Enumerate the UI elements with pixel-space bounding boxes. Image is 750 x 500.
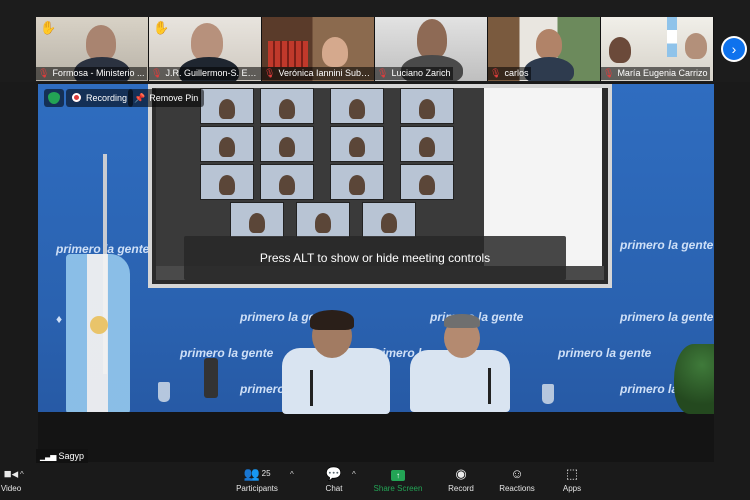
participant-tile[interactable]: 🎙 carlos — [488, 17, 601, 81]
argentine-flag — [66, 254, 130, 414]
pin-icon: 📌 — [134, 93, 146, 103]
thermos — [204, 358, 218, 398]
participant-tile[interactable]: 🎙 Luciano Zarich — [375, 17, 488, 81]
remove-pin-button[interactable]: 📌 Remove Pin — [128, 89, 205, 107]
participant-name: Luciano Zarich — [391, 68, 451, 78]
chat-button[interactable]: 💬 Chat — [318, 464, 350, 500]
video-camera-icon: ■◂ — [3, 466, 19, 481]
meeting-controls-hint: Press ALT to show or hide meeting contro… — [184, 236, 566, 280]
share-screen-icon: ↑ — [391, 470, 405, 481]
raised-hand-icon: ✋ — [153, 20, 170, 35]
mic-muted-icon: 🎙 — [603, 68, 615, 78]
speaker-name-label: ▁▃▅ Sagyp — [36, 449, 88, 463]
signal-bars-icon: ▁▃▅ — [40, 452, 57, 461]
speaker-name: Sagyp — [58, 451, 84, 461]
recording-indicator[interactable]: Recording — [66, 89, 134, 107]
reactions-button[interactable]: ☺ Reactions — [496, 464, 538, 500]
backdrop-logo: primero la gente — [180, 346, 274, 360]
mic-muted-icon: 🎙 — [38, 68, 50, 78]
record-icon: ◉ — [455, 466, 467, 481]
smiley-plus-icon: ☺ — [510, 466, 524, 481]
mic-muted-icon: 🎙 — [151, 68, 163, 78]
microphone — [488, 368, 491, 404]
participant-tile[interactable]: ✋ 🎙 Formosa - Ministerio ... — [36, 17, 149, 81]
apps-button[interactable]: ⬚ Apps — [558, 464, 586, 500]
chevron-right-icon[interactable]: › — [723, 38, 745, 60]
participant-name: Verónica Iannini Subs... — [278, 68, 373, 78]
participant-tile[interactable]: 🎙 Verónica Iannini Subs... — [262, 17, 375, 81]
chat-bubble-icon: 💬 — [325, 466, 343, 481]
shield-check-icon — [48, 91, 60, 104]
chevron-up-icon[interactable]: ^ — [20, 470, 24, 479]
participant-name: Formosa - Ministerio ... — [52, 68, 145, 78]
meeting-toolbar: ■◂ Video ^ 👥 25 Participants ^ 💬 Chat ^ ↑… — [0, 464, 750, 500]
main-video[interactable]: primero la gente ♦ primero la gente prim… — [38, 84, 714, 462]
people-icon: 👥 — [243, 466, 260, 481]
video-button[interactable]: ■◂ Video — [0, 464, 22, 500]
raised-hand-icon: ✋ — [40, 20, 57, 35]
participant-tile[interactable]: 🎙 María Eugenia Carrizo — [601, 17, 714, 81]
backdrop-logo: primero la gente — [558, 346, 652, 360]
flag-sun — [90, 316, 108, 334]
conference-table — [38, 412, 714, 462]
apps-icon: ⬚ — [565, 466, 579, 481]
participant-name: J.R. Guillermon-S. Estero — [165, 68, 261, 78]
record-button[interactable]: ◉ Record — [444, 464, 478, 500]
chevron-up-icon[interactable]: ^ — [352, 470, 356, 479]
backdrop-logo: primero la gente — [620, 310, 714, 324]
remove-pin-label: Remove Pin — [149, 93, 199, 103]
record-dot-icon — [72, 93, 81, 103]
backdrop-logo: primero la gente — [620, 238, 714, 252]
microphone — [310, 370, 313, 406]
chevron-up-icon[interactable]: ^ — [290, 470, 294, 479]
security-badge[interactable] — [44, 89, 64, 107]
participant-tile[interactable]: ✋ 🎙 J.R. Guillermon-S. Estero — [149, 17, 262, 81]
recording-label: Recording — [86, 93, 128, 103]
gallery-strip: ✋ 🎙 Formosa - Ministerio ... ✋ 🎙 J.R. Guil… — [0, 0, 750, 82]
water-glass — [542, 384, 554, 404]
participant-name: María Eugenia Carrizo — [617, 68, 708, 78]
plant — [674, 344, 714, 414]
participants-button[interactable]: 👥 25 Participants — [228, 464, 286, 500]
mic-muted-icon: 🎙 — [377, 68, 389, 78]
participant-name: carlos — [504, 68, 529, 78]
water-glass — [158, 382, 170, 402]
mic-muted-icon: 🎙 — [490, 68, 502, 78]
share-screen-button[interactable]: ↑ Share Screen — [370, 464, 426, 500]
mic-muted-icon: 🎙 — [264, 68, 276, 78]
participants-count: 25 — [261, 469, 271, 478]
